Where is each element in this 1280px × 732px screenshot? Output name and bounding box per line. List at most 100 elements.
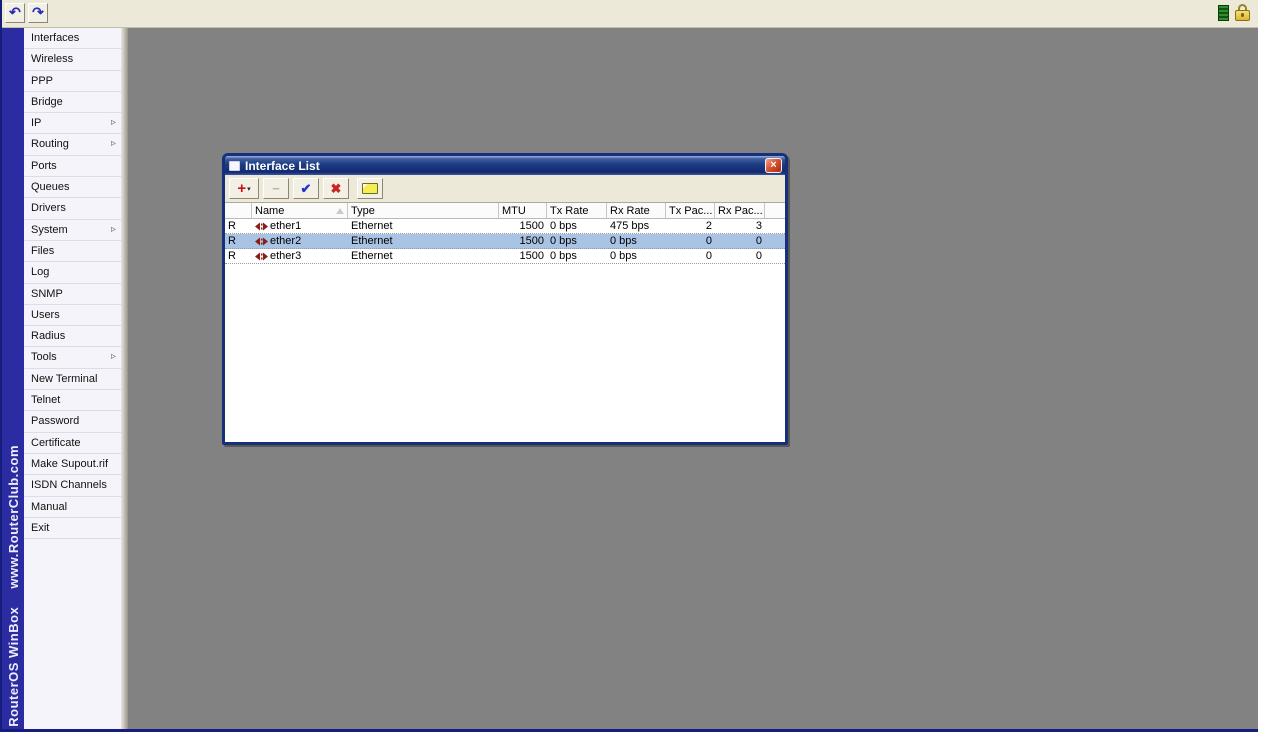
tx-packet-value: 0 [705, 250, 712, 262]
sidebar-item-system[interactable]: System ▹ [24, 220, 121, 241]
column-header-mtu[interactable]: MTU [499, 203, 547, 218]
sidebar-item-label: Ports [31, 159, 57, 172]
sidebar-item-label: Exit [31, 521, 50, 534]
yellow-note-icon [362, 183, 378, 194]
sidebar-menu: Interfaces Wireless PPP Bridge IP ▹ Routi… [24, 28, 121, 729]
sidebar-item-drivers[interactable]: Drivers [24, 198, 121, 220]
sidebar-item-label: New Terminal [31, 372, 98, 385]
undo-icon: ↶ [9, 4, 21, 20]
tx-packet-value: 2 [705, 220, 712, 232]
sidebar-item-radius[interactable]: Radius [24, 326, 121, 348]
column-header-type[interactable]: Type [348, 203, 499, 218]
tx-rate-value: 0 bps [550, 235, 577, 247]
brand-strip: RouterOS WinBox www.RouterClub.com [2, 28, 24, 729]
sidebar-item-files[interactable]: Files [24, 241, 121, 263]
table-row-ether2[interactable]: R ether2 Ethernet 1500 0 bps 0 bps 0 0 [225, 234, 785, 249]
sidebar-item-new-terminal[interactable]: New Terminal [24, 369, 121, 391]
row-filler [765, 234, 785, 248]
disable-interface-button[interactable]: ✖ [323, 178, 349, 199]
enable-interface-button[interactable]: ✔ [293, 178, 319, 199]
name-cell: ether3 [252, 249, 348, 263]
sidebar-item-label: Files [31, 244, 55, 257]
sidebar-item-label: Password [31, 415, 80, 428]
sidebar-item-log[interactable]: Log [24, 262, 121, 284]
undo-button[interactable]: ↶ [5, 3, 25, 23]
sidebar-item-label: Tools [31, 351, 57, 364]
name-cell: ether1 [252, 219, 348, 233]
submenu-arrow-icon: ▹ [110, 223, 116, 235]
window-title: Interface List [245, 158, 320, 173]
table-row-ether3[interactable]: R ether3 Ethernet 1500 0 bps 0 bps 0 0 [225, 249, 785, 264]
sidebar-item-label: Make Supout.rif [31, 457, 109, 470]
interface-type: Ethernet [351, 235, 393, 247]
column-header-rx-rate[interactable]: Rx Rate [607, 203, 666, 218]
table-header-row: Name Type MTU Tx Rate Rx Rate Tx Pac... … [225, 203, 785, 219]
interface-list-window: Interface List × + ▾ − ✔ ✖ Name Type MTU… [222, 153, 788, 445]
sidebar-item-label: IP [31, 117, 42, 130]
cross-icon: ✖ [330, 180, 342, 196]
sidebar-item-label: Bridge [31, 95, 63, 108]
rx-rate-value: 475 bps [610, 220, 650, 232]
plus-icon: + [237, 179, 247, 197]
sidebar-item-label: PPP [31, 74, 54, 87]
interface-table: Name Type MTU Tx Rate Rx Rate Tx Pac... … [225, 202, 785, 442]
sidebar-item-label: Interfaces [31, 32, 80, 44]
sidebar-item-tools[interactable]: Tools ▹ [24, 347, 121, 369]
sidebar-item-ppp[interactable]: PPP [24, 71, 121, 92]
sidebar-item-interfaces[interactable]: Interfaces [24, 28, 121, 50]
brand-routeros-winbox: RouterOS WinBox [5, 606, 21, 727]
remove-interface-button[interactable]: − [263, 178, 289, 199]
comment-button[interactable] [357, 178, 383, 199]
sidebar-item-ip[interactable]: IP ▹ [24, 113, 121, 135]
sidebar-item-certificate[interactable]: Certificate [24, 433, 121, 454]
checkmark-icon: ✔ [300, 180, 312, 196]
winbox-main-window: ↶ ↷ RouterOS WinBox www.RouterClub.com I… [0, 0, 1258, 732]
close-icon: × [770, 159, 777, 171]
ethernet-interface-icon [255, 252, 268, 260]
ethernet-interface-icon [255, 237, 268, 245]
redo-button[interactable]: ↷ [28, 3, 48, 23]
sidebar-item-queues[interactable]: Queues [24, 177, 121, 199]
running-flag: R [228, 250, 236, 262]
sidebar-item-label: System [31, 223, 68, 236]
column-header-tx-packet[interactable]: Tx Pac... [666, 203, 715, 218]
status-icons [1218, 4, 1250, 22]
sidebar-item-wireless[interactable]: Wireless [24, 49, 121, 71]
connection-quality-icon [1218, 5, 1229, 21]
sidebar-item-exit[interactable]: Exit [24, 518, 121, 540]
sidebar-item-isdn-channels[interactable]: ISDN Channels [24, 475, 121, 497]
mtu-value: 1500 [519, 220, 544, 232]
window-titlebar[interactable]: Interface List × [225, 156, 785, 175]
row-filler [765, 249, 785, 263]
add-interface-button[interactable]: + ▾ [229, 178, 259, 199]
submenu-arrow-icon: ▹ [110, 117, 116, 129]
chevron-down-icon: ▾ [247, 185, 251, 193]
table-row-ether1[interactable]: R ether1 Ethernet 1500 0 bps 475 bps 2 3 [225, 219, 785, 234]
padlock-keyhole [1241, 13, 1244, 17]
sidebar-item-telnet[interactable]: Telnet [24, 390, 121, 412]
column-header-name[interactable]: Name [252, 203, 348, 218]
rx-rate-value: 0 bps [610, 250, 637, 262]
sidebar-item-users[interactable]: Users [24, 305, 121, 327]
sidebar-item-snmp[interactable]: SNMP [24, 284, 121, 305]
mtu-value: 1500 [519, 235, 544, 247]
brand-routerclub-url: www.RouterClub.com [5, 445, 21, 589]
minus-icon: − [272, 181, 280, 196]
column-header-flag[interactable] [225, 203, 252, 218]
column-header-rx-packet[interactable]: Rx Pac... [715, 203, 765, 218]
sidebar-item-label: Users [31, 308, 60, 321]
sidebar-item-routing[interactable]: Routing ▹ [24, 134, 121, 156]
interface-type: Ethernet [351, 220, 393, 232]
tx-rate-value: 0 bps [550, 220, 577, 232]
sidebar-item-bridge[interactable]: Bridge [24, 92, 121, 114]
column-header-tx-rate[interactable]: Tx Rate [547, 203, 607, 218]
desktop-area: Interface List × + ▾ − ✔ ✖ Name Type MTU… [128, 28, 1258, 729]
rx-packet-value: 3 [755, 220, 762, 232]
sidebar-item-password[interactable]: Password [24, 411, 121, 433]
sidebar-item-manual[interactable]: Manual [24, 497, 121, 518]
sidebar-item-make-supout[interactable]: Make Supout.rif [24, 454, 121, 476]
close-button[interactable]: × [765, 158, 782, 173]
interface-type: Ethernet [351, 250, 393, 262]
sidebar-item-label: Manual [31, 500, 68, 513]
sidebar-item-ports[interactable]: Ports [24, 156, 121, 178]
